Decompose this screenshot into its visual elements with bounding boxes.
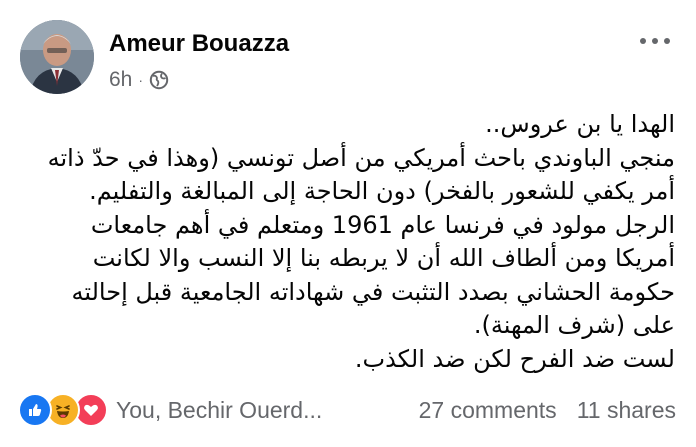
post-line: أمريكا ومن ألطاف الله أن لا يربطه بنا إل… [92,244,675,272]
shares-count[interactable]: 11 shares [577,397,676,424]
reaction-names[interactable]: You, Bechir Ouerd... [116,397,322,424]
post-line: لست ضد الفرح لكن ضد الكذب. [354,344,675,373]
like-icon [18,393,52,427]
post-line: منجي الباوندي باحث أمريكي من أصل تونسي (… [47,143,675,172]
comments-count[interactable]: 27 comments [419,397,557,424]
post-line: أمر يكفي للشعور بالفخر) دون الحاجة إلى ا… [89,177,675,205]
post-body: الهدا يا بن عروس.. منجي الباوندي باحث أم… [15,108,675,376]
post-line: الهدا يا بن عروس.. [485,110,675,138]
engagement-stats: 27 comments 11 shares [419,397,676,424]
globe-icon[interactable] [149,70,169,90]
post-line: الرجل مولود في فرنسا عام 1961 ومتعلم في … [90,210,675,239]
facebook-post: Ameur Bouazza 6h · الهدا يا بن عروس.. من… [0,0,696,447]
post-line: على (شرف المهنة). [473,311,675,339]
post-line: حكومة الحشاني بصدد التثبت في شهاداته الج… [71,277,676,306]
avatar-photo [20,20,94,94]
avatar[interactable] [20,20,94,94]
post-timestamp[interactable]: 6h [109,68,132,92]
meta-separator: · [138,72,144,88]
post-footer: You, Bechir Ouerd... 27 comments 11 shar… [18,392,676,428]
reactions-summary[interactable] [18,393,108,427]
author-name[interactable]: Ameur Bouazza [109,30,289,58]
post-meta: 6h · [109,66,169,94]
more-options-icon[interactable] [640,34,670,48]
